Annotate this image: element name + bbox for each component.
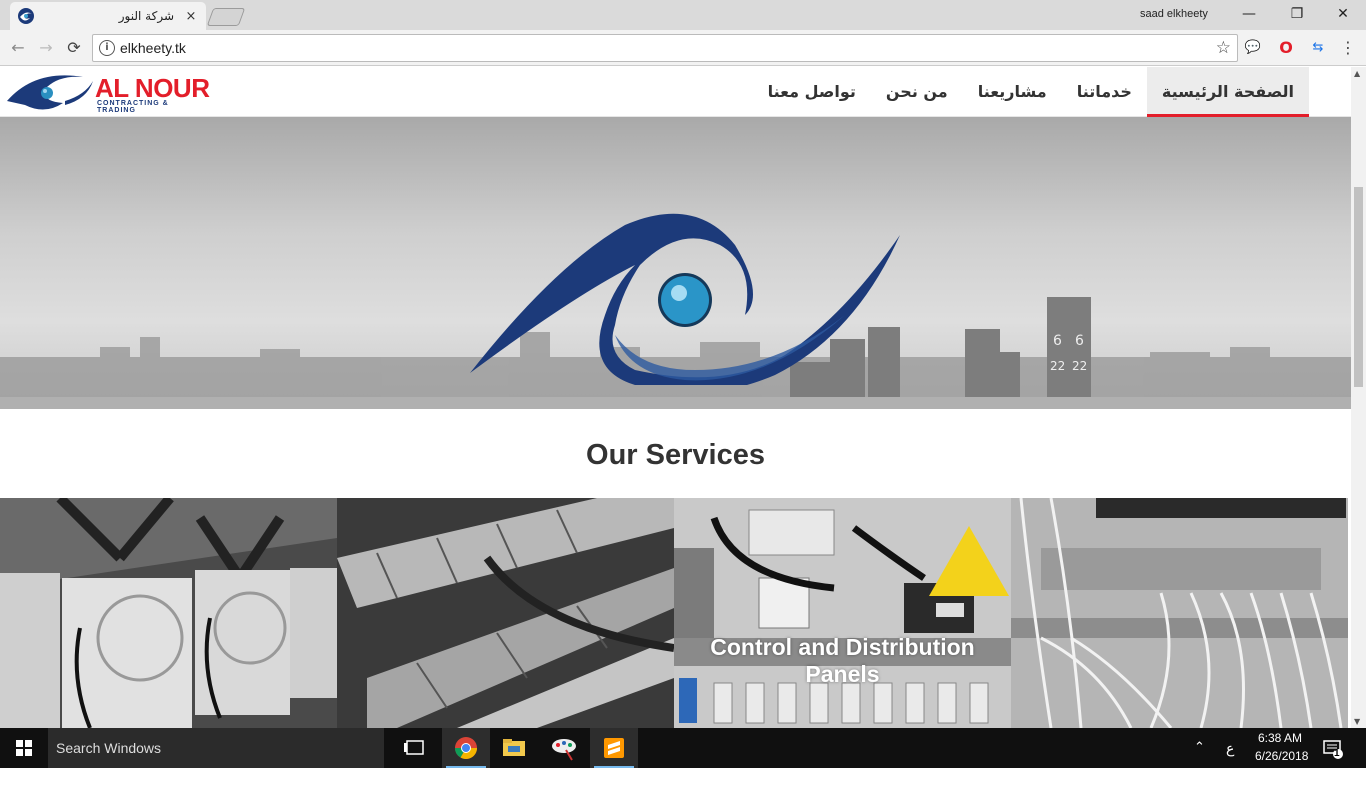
- service-card-cable-trays[interactable]: [337, 498, 674, 728]
- close-window-button[interactable]: ✕: [1320, 0, 1366, 28]
- taskbar-search-box[interactable]: Search Windows: [48, 728, 384, 768]
- services-heading: Our Services: [586, 439, 765, 471]
- svg-text:22: 22: [1050, 359, 1065, 373]
- address-bar[interactable]: i elkheety.tk ☆: [92, 34, 1238, 62]
- maximize-button[interactable]: ❐: [1274, 0, 1320, 28]
- browser-tabbar: شركة النور × saad elkheety — ❐ ✕: [0, 0, 1366, 30]
- site-favicon-icon: [18, 8, 34, 24]
- tab-close-icon[interactable]: ×: [184, 9, 198, 24]
- back-arrow-icon[interactable]: ←: [6, 36, 30, 60]
- browser-menu-icon[interactable]: ⋮: [1338, 38, 1358, 58]
- tray-chevron-up-icon[interactable]: ⌃: [1194, 739, 1205, 779]
- reload-icon[interactable]: ⟳: [62, 36, 86, 60]
- opera-extension-icon[interactable]: O: [1276, 38, 1296, 58]
- menu-item-contact[interactable]: تواصل معنا: [753, 67, 871, 117]
- url-text[interactable]: elkheety.tk: [120, 40, 186, 56]
- browser-tab[interactable]: شركة النور ×: [10, 2, 206, 30]
- file-explorer-icon[interactable]: [490, 728, 538, 768]
- menu-item-services[interactable]: خدماتنا: [1062, 67, 1147, 117]
- electrical-panel-image: [674, 498, 1011, 728]
- clock-date[interactable]: 6/26/2018: [1255, 749, 1308, 789]
- action-center-icon[interactable]: [1322, 738, 1344, 760]
- page-scrollbar[interactable]: ▲ ▼: [1351, 67, 1366, 728]
- service-card-control-panels[interactable]: Control and Distribution Panels: [674, 498, 1011, 728]
- tab-title: شركة النور: [118, 9, 174, 23]
- profile-name[interactable]: saad elkheety: [1140, 8, 1208, 20]
- windows-start-icon[interactable]: [0, 728, 48, 768]
- new-tab-button[interactable]: [206, 8, 246, 26]
- scroll-up-icon[interactable]: ▲: [1354, 69, 1360, 78]
- task-view-icon[interactable]: [392, 728, 440, 768]
- eye-logo-icon: [7, 75, 93, 110]
- input-language[interactable]: ع: [1226, 740, 1234, 780]
- services-grid: Control and Distribution Panels: [0, 498, 1351, 728]
- website-viewport: AL NOUR CONTRACTING & TRADING الصفحة الر…: [0, 67, 1351, 728]
- sync-extension-icon[interactable]: ⇆: [1308, 38, 1328, 58]
- scrollbar-thumb[interactable]: [1354, 187, 1363, 387]
- info-icon[interactable]: i: [99, 40, 115, 56]
- menu-item-projects[interactable]: مشاريعنا: [963, 67, 1062, 117]
- minimize-button[interactable]: —: [1226, 0, 1272, 28]
- chrome-taskbar-icon[interactable]: [442, 728, 490, 768]
- ac-units-image: [0, 498, 337, 728]
- service-card-label: Control and Distribution Panels: [710, 634, 975, 687]
- menu-item-home[interactable]: الصفحة الرئيسية: [1146, 67, 1309, 117]
- menu-item-about[interactable]: من نحن: [871, 67, 963, 117]
- browser-toolbar: ← → ⟳ i elkheety.tk ☆ 💬 O ⇆ ⋮: [0, 30, 1366, 66]
- service-card-ac[interactable]: [0, 498, 337, 728]
- hero-banner: 6 6 22 22: [0, 117, 1351, 409]
- notification-count: 1: [1334, 748, 1340, 759]
- sublime-text-icon[interactable]: [590, 728, 638, 768]
- network-cabling-image: [1011, 498, 1348, 728]
- service-card-network[interactable]: [1011, 498, 1348, 728]
- extension-speech-icon[interactable]: 💬: [1243, 38, 1263, 58]
- svg-text:22: 22: [1072, 359, 1087, 373]
- main-menu: الصفحة الرئيسية خدماتنا مشاريعنا من نحن …: [753, 67, 1309, 117]
- bookmark-star-icon[interactable]: ☆: [1216, 38, 1231, 58]
- svg-text:6: 6: [1075, 333, 1084, 349]
- windows-taskbar: Search Windows ⌃ ع 6:38 AM 6/26/2018 1: [0, 728, 1366, 768]
- site-navbar: AL NOUR CONTRACTING & TRADING الصفحة الر…: [0, 67, 1351, 117]
- forward-arrow-icon[interactable]: →: [34, 36, 58, 60]
- scroll-down-icon[interactable]: ▼: [1354, 717, 1360, 726]
- site-logo[interactable]: AL NOUR CONTRACTING & TRADING: [5, 71, 210, 114]
- cable-trays-image: [337, 498, 674, 728]
- hero-eye-logo-icon: [470, 213, 900, 385]
- logo-tagline: CONTRACTING & TRADING: [97, 100, 169, 114]
- paint-app-icon[interactable]: [540, 728, 588, 768]
- svg-text:6: 6: [1053, 333, 1062, 349]
